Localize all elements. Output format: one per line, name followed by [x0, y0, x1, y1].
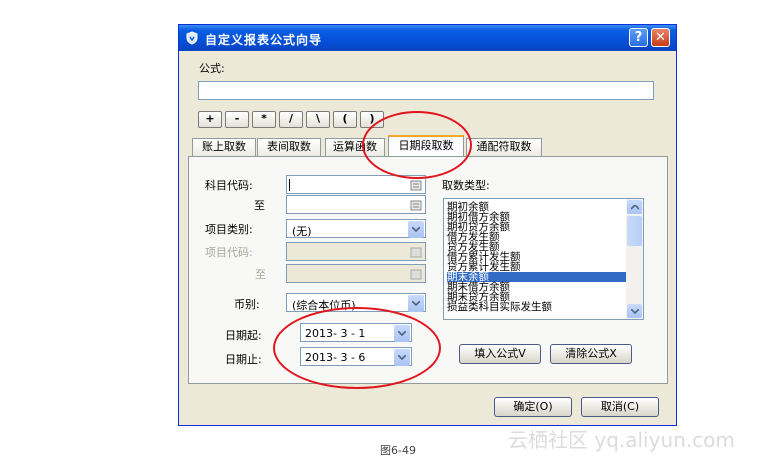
divide-button[interactable]: /: [279, 111, 303, 128]
list-scrollbar[interactable]: [626, 199, 643, 319]
chevron-down-icon[interactable]: [408, 295, 424, 312]
item-category-select[interactable]: (无): [286, 219, 426, 238]
scroll-up-icon[interactable]: [627, 200, 642, 214]
open-paren-button[interactable]: (: [333, 111, 357, 128]
ok-button[interactable]: 确定(O): [494, 397, 572, 417]
picker-icon: [410, 247, 422, 258]
tab-account-fetch[interactable]: 账上取数: [192, 138, 256, 156]
plus-button[interactable]: +: [198, 111, 222, 128]
close-button[interactable]: ✕: [651, 28, 670, 47]
scroll-down-icon[interactable]: [627, 304, 642, 318]
backslash-button[interactable]: \: [306, 111, 330, 128]
subject-code-label: 科目代码:: [205, 179, 253, 192]
tab-wildcard-fetch[interactable]: 通配符取数: [466, 138, 542, 156]
item-code-input: [286, 242, 426, 261]
item-category-value: (无): [292, 225, 312, 238]
highlight-ellipse-tab: [362, 111, 472, 179]
currency-label: 币别:: [234, 298, 260, 311]
chevron-down-icon[interactable]: [408, 221, 424, 238]
item-to-label: 至: [255, 268, 266, 281]
scroll-thumb[interactable]: [627, 216, 642, 246]
tab-inter-table-fetch[interactable]: 表间取数: [257, 138, 321, 156]
picker-icon: [410, 269, 422, 280]
item-category-label: 项目类别:: [205, 223, 253, 236]
date-start-label: 日期起:: [225, 329, 262, 342]
list-item[interactable]: 损益类科目实际发生额: [447, 302, 629, 313]
highlight-ellipse-dates: [273, 307, 441, 389]
clear-formula-button[interactable]: 清除公式X: [550, 344, 632, 364]
subject-to-label: 至: [254, 199, 265, 212]
picker-icon[interactable]: [408, 177, 424, 194]
dialog-title: 自定义报表公式向导: [205, 33, 323, 47]
minus-button[interactable]: -: [225, 111, 249, 128]
formula-input[interactable]: [198, 81, 654, 100]
picker-icon[interactable]: [408, 197, 424, 214]
item-code-label: 项目代码:: [205, 246, 253, 259]
date-end-label: 日期止:: [225, 353, 262, 366]
subject-code-to-input[interactable]: [286, 195, 426, 214]
fill-formula-button[interactable]: 填入公式V: [459, 344, 541, 364]
fetch-type-list[interactable]: 期初余额 期初借方余额 期初贷方余额 借方发生额 贷方发生额 借方累计发生额 贷…: [443, 198, 644, 320]
help-button[interactable]: ?: [629, 28, 648, 47]
text-cursor: [289, 179, 290, 191]
watermark: 云栖社区 yq.aliyun.com: [508, 428, 735, 452]
figure-caption: 图6-49: [380, 444, 416, 457]
formula-label: 公式:: [199, 62, 225, 75]
title-bar[interactable]: 自定义报表公式向导 ? ✕: [179, 25, 676, 51]
multiply-button[interactable]: *: [252, 111, 276, 128]
cancel-button[interactable]: 取消(C): [581, 397, 659, 417]
fetch-type-label: 取数类型:: [442, 179, 490, 192]
item-code-to-input: [286, 264, 426, 283]
app-icon: [186, 31, 198, 45]
